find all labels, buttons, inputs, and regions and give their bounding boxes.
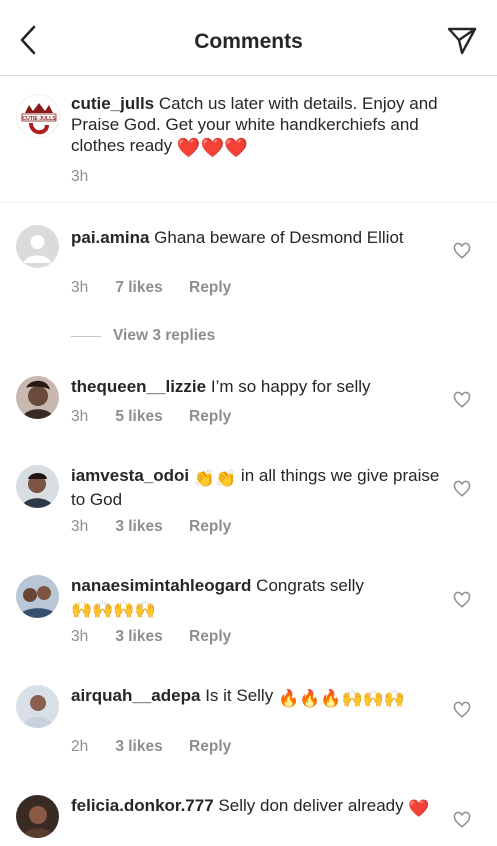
comment-message: Is it Selly (205, 686, 274, 705)
comment-text: iamvesta_odoi 👏👏 in all things we give p… (71, 465, 441, 510)
comment-username[interactable]: thequeen__lizzie (71, 377, 206, 396)
caption-meta: 3h (71, 168, 111, 186)
comment-meta: 3h 5 likes Reply (71, 408, 231, 426)
like-heart-icon[interactable] (453, 591, 471, 609)
like-heart-icon[interactable] (453, 242, 471, 260)
comment-username[interactable]: airquah__adepa (71, 686, 200, 705)
avatar[interactable] (16, 575, 59, 618)
comment-message: Selly don deliver already (218, 796, 404, 815)
avatar[interactable] (16, 225, 59, 268)
reply-button[interactable]: Reply (189, 518, 231, 536)
comment-meta: 3h 3 likes Reply (71, 628, 231, 646)
comment-message: Congrats selly (256, 576, 364, 595)
reply-button[interactable]: Reply (189, 738, 231, 756)
comment-username[interactable]: nanaesimintahleogard (71, 576, 251, 595)
reply-button[interactable]: Reply (189, 628, 231, 646)
likes-count[interactable]: 3 likes (115, 738, 162, 756)
caption-text: cutie_julls Catch us later with details.… (71, 93, 476, 159)
comment-username[interactable]: felicia.donkor.777 (71, 796, 214, 815)
like-heart-icon[interactable] (453, 811, 471, 829)
like-heart-icon[interactable] (453, 391, 471, 409)
divider-line (71, 335, 101, 337)
like-heart-icon[interactable] (453, 701, 471, 719)
comment-meta: 2h 3 likes Reply (71, 738, 231, 756)
view-replies-label: View 3 replies (113, 327, 216, 344)
avatar[interactable] (16, 465, 59, 508)
comment-username[interactable]: iamvesta_odoi (71, 466, 189, 485)
comment-text: airquah__adepa Is it Selly 🔥🔥🔥🙌🙌🙌 (71, 685, 441, 709)
comment-message: Ghana beware of Desmond Elliot (154, 228, 404, 247)
avatar[interactable] (16, 685, 59, 728)
paper-plane-icon (447, 27, 477, 55)
reply-button[interactable]: Reply (189, 279, 231, 297)
comment-time: 3h (71, 518, 89, 535)
comment-text: felicia.donkor.777 Selly don deliver alr… (71, 795, 441, 819)
avatar-logo-text: CUTIE JULLS (22, 116, 56, 122)
clapping-emoji-group: 👏👏 (193, 469, 237, 488)
avatar[interactable] (16, 376, 59, 419)
likes-count[interactable]: 3 likes (115, 518, 162, 536)
post-caption: CUTIE JULLS cutie_julls Catch us later w… (0, 76, 497, 203)
fire-emoji-group: 🔥🔥🔥🙌🙌🙌 (277, 689, 405, 708)
comment-message: I’m so happy for selly (210, 377, 371, 396)
heart-emoji-group: ❤️❤️❤️ (176, 138, 248, 159)
comment-time: 3h (71, 408, 89, 425)
comment-text: nanaesimintahleogard Congrats selly 🙌🙌🙌🙌 (71, 575, 441, 620)
avatar[interactable]: CUTIE JULLS (16, 94, 60, 138)
caption-time: 3h (71, 168, 89, 185)
comment-text: pai.amina Ghana beware of Desmond Elliot (71, 227, 441, 248)
likes-count[interactable]: 7 likes (115, 279, 162, 297)
top-bar: Comments (0, 0, 497, 76)
comment-time: 2h (71, 738, 89, 755)
like-heart-icon[interactable] (453, 480, 471, 498)
comment-text: thequeen__lizzie I’m so happy for selly (71, 376, 441, 397)
share-button[interactable] (445, 24, 479, 58)
view-replies-button[interactable]: View 3 replies (71, 327, 215, 345)
default-avatar-icon (16, 225, 59, 268)
comment-meta: 3h 7 likes Reply (71, 279, 231, 297)
raised-hands-emoji-group: 🙌🙌🙌🙌 (71, 600, 156, 619)
page-title: Comments (194, 30, 303, 53)
reply-button[interactable]: Reply (189, 408, 231, 426)
likes-count[interactable]: 5 likes (115, 408, 162, 426)
caption-username[interactable]: cutie_julls (71, 94, 154, 113)
likes-count[interactable]: 3 likes (115, 628, 162, 646)
comment-time: 3h (71, 279, 89, 296)
avatar[interactable] (16, 795, 59, 838)
heart-emoji: ❤️ (408, 799, 430, 818)
comment-username[interactable]: pai.amina (71, 228, 149, 247)
comment-time: 3h (71, 628, 89, 645)
comment-meta: 3h 3 likes Reply (71, 518, 231, 536)
